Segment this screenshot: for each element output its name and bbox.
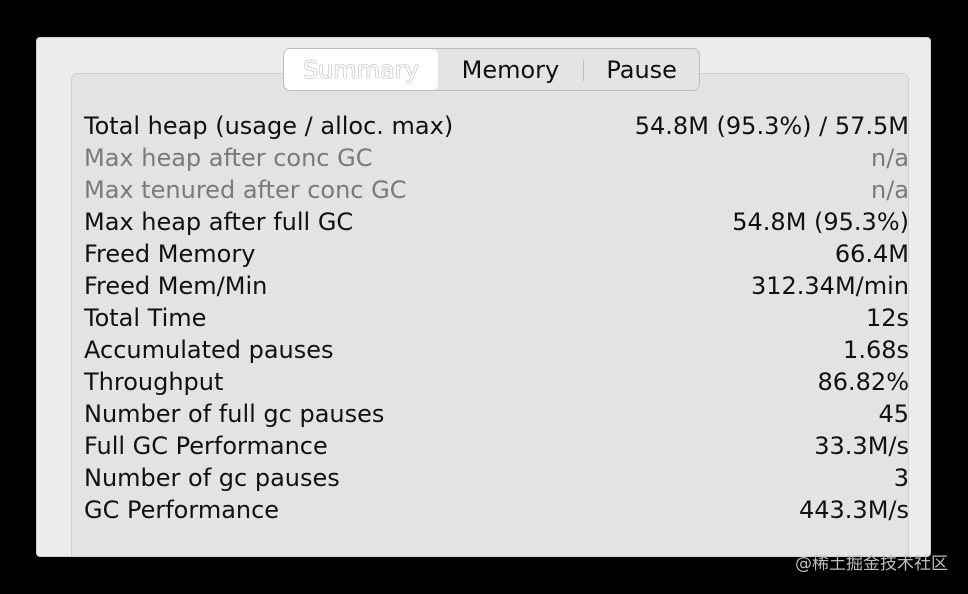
row-value: 3 xyxy=(893,464,909,492)
table-row: Total Time 12s xyxy=(84,302,909,334)
table-row: Freed Memory 66.4M xyxy=(84,238,909,270)
table-row: Max heap after conc GC n/a xyxy=(84,142,909,174)
row-label: Max tenured after conc GC xyxy=(84,176,407,204)
tab-pause[interactable]: Pause xyxy=(584,49,699,90)
row-label: Freed Memory xyxy=(84,240,256,268)
row-label: Max heap after conc GC xyxy=(84,144,373,172)
table-row: GC Performance 443.3M/s xyxy=(84,494,909,526)
row-value: 12s xyxy=(865,304,909,332)
row-value: n/a xyxy=(870,144,909,172)
table-row: Max heap after full GC 54.8M (95.3%) xyxy=(84,206,909,238)
table-row: Accumulated pauses 1.68s xyxy=(84,334,909,366)
table-row: Number of full gc pauses 45 xyxy=(84,398,909,430)
row-value: 33.3M/s xyxy=(814,432,909,460)
row-value: 443.3M/s xyxy=(798,496,909,524)
row-label: Full GC Performance xyxy=(84,432,328,460)
row-label: Accumulated pauses xyxy=(84,336,334,364)
row-label: GC Performance xyxy=(84,496,280,524)
summary-window: Total heap (usage / alloc. max) 54.8M (9… xyxy=(36,37,931,557)
row-value: 45 xyxy=(878,400,909,428)
row-label: Freed Mem/Min xyxy=(84,272,268,300)
row-label: Max heap after full GC xyxy=(84,208,354,236)
tab-bar: Summary Memory Pause xyxy=(283,48,700,91)
table-row: Full GC Performance 33.3M/s xyxy=(84,430,909,462)
row-value: 86.82% xyxy=(817,368,909,396)
table-row: Total heap (usage / alloc. max) 54.8M (9… xyxy=(84,110,909,142)
row-value: 1.68s xyxy=(843,336,909,364)
row-label: Total Time xyxy=(84,304,207,332)
row-label: Total heap (usage / alloc. max) xyxy=(84,112,454,140)
tab-summary[interactable]: Summary xyxy=(284,49,438,90)
summary-panel: Total heap (usage / alloc. max) 54.8M (9… xyxy=(71,73,909,556)
summary-table: Total heap (usage / alloc. max) 54.8M (9… xyxy=(84,110,909,526)
row-label: Throughput xyxy=(84,368,224,396)
table-row: Number of gc pauses 3 xyxy=(84,462,909,494)
watermark: @稀土掘金技术社区 xyxy=(795,554,948,574)
row-label: Number of gc pauses xyxy=(84,464,340,492)
row-value: 54.8M (95.3%) xyxy=(732,208,909,236)
table-row: Throughput 86.82% xyxy=(84,366,909,398)
row-value: 66.4M xyxy=(834,240,909,268)
row-value: n/a xyxy=(870,176,909,204)
row-value: 54.8M (95.3%) / 57.5M xyxy=(634,112,909,140)
row-value: 312.34M/min xyxy=(750,272,909,300)
table-row: Freed Mem/Min 312.34M/min xyxy=(84,270,909,302)
row-label: Number of full gc pauses xyxy=(84,400,385,428)
tab-memory[interactable]: Memory xyxy=(438,49,584,90)
table-row: Max tenured after conc GC n/a xyxy=(84,174,909,206)
